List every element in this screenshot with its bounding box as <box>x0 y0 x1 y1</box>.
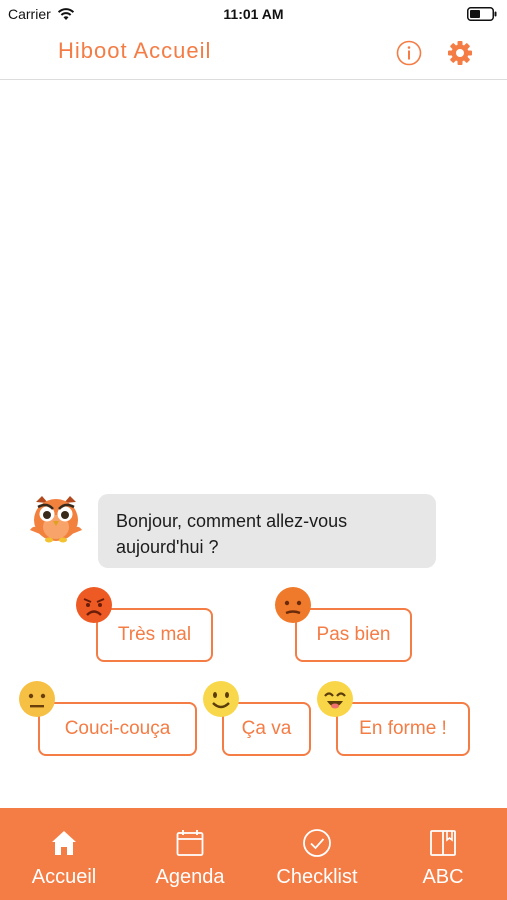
mood-button-tres-mal[interactable]: Très mal <box>96 608 213 662</box>
tab-bar: Accueil Agenda Checklist ABC <box>0 808 507 900</box>
info-icon[interactable] <box>394 38 424 68</box>
battery-icon <box>467 7 497 21</box>
tab-label: ABC <box>422 866 464 888</box>
mood-label: Couci-couça <box>64 718 171 739</box>
tab-accueil[interactable]: Accueil <box>1 808 127 900</box>
tab-label: Agenda <box>155 866 225 888</box>
nav-bar: Hiboot Accueil <box>0 28 507 80</box>
smile-face-icon <box>203 681 239 717</box>
sad-face-icon <box>275 587 311 623</box>
status-time: 11:01 AM <box>223 6 284 22</box>
mood-label: Pas bien <box>316 624 391 645</box>
chat-area: Bonjour, comment allez-vous aujourd'hui … <box>0 80 507 808</box>
chat-message-bubble: Bonjour, comment allez-vous aujourd'hui … <box>98 494 436 568</box>
status-bar: Carrier 11:01 AM <box>0 0 507 28</box>
home-icon <box>52 831 76 855</box>
mood-button-couci-couca[interactable]: Couci-couça <box>38 702 197 756</box>
happy-face-icon <box>317 681 353 717</box>
calendar-icon <box>176 830 204 856</box>
owl-avatar <box>30 496 82 543</box>
mood-button-pas-bien[interactable]: Pas bien <box>295 608 412 662</box>
gear-icon[interactable] <box>445 38 475 68</box>
tab-checklist[interactable]: Checklist <box>254 808 380 900</box>
tab-label: Checklist <box>276 866 358 888</box>
mood-button-en-forme[interactable]: En forme ! <box>336 702 470 756</box>
tab-agenda[interactable]: Agenda <box>127 808 253 900</box>
book-icon <box>430 830 456 856</box>
mood-label: Très mal <box>117 624 192 645</box>
mood-label: Ça va <box>241 718 292 739</box>
page-title: Hiboot Accueil <box>58 38 212 63</box>
tab-label: Accueil <box>31 866 97 888</box>
mood-label: En forme ! <box>359 718 447 739</box>
tab-abc[interactable]: ABC <box>380 808 506 900</box>
neutral-face-icon <box>19 681 55 717</box>
check-circle-icon <box>303 829 331 857</box>
angry-face-icon <box>76 587 112 623</box>
